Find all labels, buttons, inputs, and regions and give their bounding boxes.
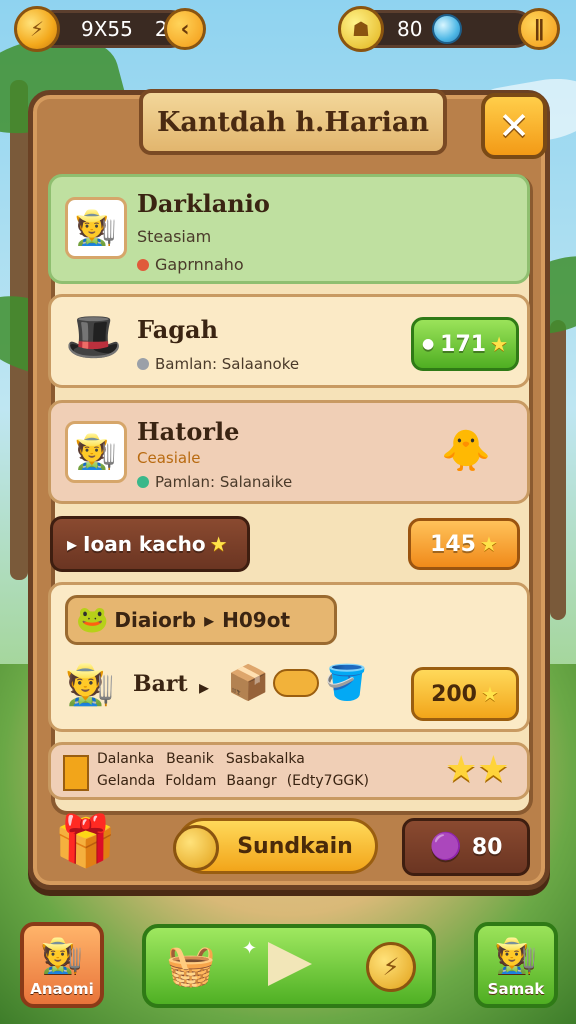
sparkle-icon: ✦ bbox=[242, 938, 258, 959]
quest-detail: Bamlan: Salaanoke bbox=[137, 355, 299, 373]
cheese-icon[interactable] bbox=[268, 942, 312, 986]
coin-icon[interactable]: ⚡ bbox=[366, 942, 416, 992]
pause-button[interactable]: ∥ bbox=[518, 8, 560, 50]
info-text: (Edty7GGK) bbox=[286, 773, 369, 789]
bell-icon: ☗ bbox=[338, 6, 384, 52]
star-icon: ★ bbox=[480, 532, 498, 556]
card-icon bbox=[63, 755, 89, 791]
palm-trunk-right bbox=[550, 320, 566, 620]
craft-label: Bart bbox=[133, 671, 188, 697]
gem-count-button[interactable]: 🟣 80 bbox=[402, 818, 530, 876]
bucket-icon: 🪣 bbox=[325, 663, 368, 703]
star-icon: ★ bbox=[490, 332, 509, 356]
star-icon: ★ bbox=[209, 532, 228, 556]
info-strip: Dalanka Beanik Sasbakalka Gelanda Foldam… bbox=[48, 742, 530, 800]
quest-card[interactable]: 🧑‍🌾 Darklanio Steasiam Gaprnnaho bbox=[48, 174, 530, 284]
gem-count: 80 bbox=[471, 834, 503, 860]
quest-name: Darklanio bbox=[137, 189, 270, 218]
info-row-2: Gelanda Foldam Baangr (Edty7GGK) bbox=[97, 773, 369, 789]
nav-shop-button[interactable]: 🧑‍🌾 Samak bbox=[474, 922, 558, 1008]
quest-detail-text: Gaprnnaho bbox=[155, 255, 244, 274]
shield-icon bbox=[137, 358, 149, 370]
gem-icon bbox=[137, 476, 149, 488]
info-text: Gelanda bbox=[97, 773, 156, 789]
tab-reward-button[interactable]: 145 ★ bbox=[408, 518, 520, 570]
quest-name: Fagah bbox=[137, 315, 219, 344]
energy-amount: 80 bbox=[397, 17, 423, 41]
tab-reward-amount: 145 bbox=[430, 531, 476, 557]
star-icon: ★ bbox=[481, 682, 499, 706]
coin-icon: ⚡ bbox=[14, 6, 60, 52]
task-tab-button[interactable]: ▸ Ioan kacho ★ bbox=[50, 516, 250, 572]
stars-icon: ★★ bbox=[445, 749, 510, 790]
farmer-icon: 🧑‍🌾 bbox=[65, 662, 115, 708]
task-tab-label: Ioan kacho bbox=[83, 532, 206, 556]
quest-detail: Pamlan: Salanaike bbox=[137, 473, 292, 491]
farmer-avatar: 🧑‍🌾 bbox=[65, 421, 127, 483]
close-button[interactable]: ✕ bbox=[481, 93, 547, 159]
farmer-icon: 🧑‍🌾 bbox=[494, 936, 538, 976]
coin-amount: 9X55 bbox=[81, 17, 133, 41]
crate-icon: 📦 bbox=[227, 663, 270, 703]
info-row-1: Dalanka Beanik Sasbakalka bbox=[97, 751, 305, 767]
arrow-icon: ▸ bbox=[204, 608, 215, 632]
nav-profile-button[interactable]: 🧑‍🌾 Anaomi bbox=[20, 922, 104, 1008]
basket-icon[interactable]: 🧺 bbox=[166, 942, 216, 989]
farmer-avatar: 🧑‍🌾 bbox=[65, 197, 127, 259]
combo-result: H09ot bbox=[222, 608, 291, 632]
chick-icon: 🐥 bbox=[441, 428, 491, 474]
quest-card[interactable]: 🧑‍🌾 Hatorle Ceasiale Pamlan: Salanaike 🐥 bbox=[48, 400, 530, 504]
coin-icon bbox=[173, 825, 219, 871]
info-text: Foldam bbox=[165, 773, 217, 789]
gem-icon bbox=[432, 14, 462, 44]
nav-left-label: Anaomi bbox=[30, 980, 94, 998]
info-text: Dalanka bbox=[97, 751, 155, 767]
quest-name: Hatorle bbox=[137, 417, 240, 446]
info-text: Beanik bbox=[166, 751, 214, 767]
craft-reward-amount: 200 bbox=[431, 681, 477, 707]
back-arrow-button[interactable]: ‹ bbox=[164, 8, 206, 50]
combo-label: Diaiorb bbox=[114, 608, 197, 632]
quest-subtitle: Steasiam bbox=[137, 227, 212, 246]
craft-reward-button[interactable]: 200 ★ bbox=[411, 667, 519, 721]
craft-card: 🐸 Diaiorb ▸ H09ot 🧑‍🌾 Bart ▸ 📦 🪣 200 ★ bbox=[48, 582, 530, 732]
claim-button[interactable]: Sundkain bbox=[173, 818, 378, 874]
quest-detail-text: Bamlan: Salaanoke bbox=[155, 355, 300, 373]
quest-card[interactable]: 🎩 Fagah Bamlan: Salaanoke ● 171 ★ bbox=[48, 294, 530, 388]
quest-detail-text: Pamlan: Salanaike bbox=[155, 473, 293, 491]
arrow-icon: ▸ bbox=[199, 675, 210, 699]
reward-amount: 171 bbox=[440, 331, 487, 357]
quest-detail: Gaprnnaho bbox=[137, 255, 244, 274]
nav-right-label: Samak bbox=[487, 980, 545, 998]
quest-subtitle: Ceasiale bbox=[137, 449, 201, 467]
reward-button[interactable]: ● 171 ★ bbox=[411, 317, 519, 371]
pin-icon bbox=[137, 259, 149, 271]
hat-item-icon: 🎩 bbox=[65, 309, 123, 363]
info-text: Sasbakalka bbox=[225, 751, 305, 767]
frog-icon: 🐸 bbox=[76, 605, 109, 635]
farmer-icon: 🧑‍🌾 bbox=[40, 936, 84, 976]
bottom-item-bar: 🧺 ✦ ⚡ bbox=[142, 924, 436, 1008]
panel-title: Kantdah h.Harian bbox=[139, 89, 447, 155]
info-text: Baangr bbox=[226, 773, 277, 789]
purple-gem-icon: 🟣 bbox=[429, 832, 462, 862]
claim-label: Sundkain bbox=[237, 833, 353, 859]
treasure-chest-icon[interactable]: 🎁 bbox=[54, 812, 116, 871]
bread-icon bbox=[273, 669, 319, 697]
combo-row[interactable]: 🐸 Diaiorb ▸ H09ot bbox=[65, 595, 337, 645]
